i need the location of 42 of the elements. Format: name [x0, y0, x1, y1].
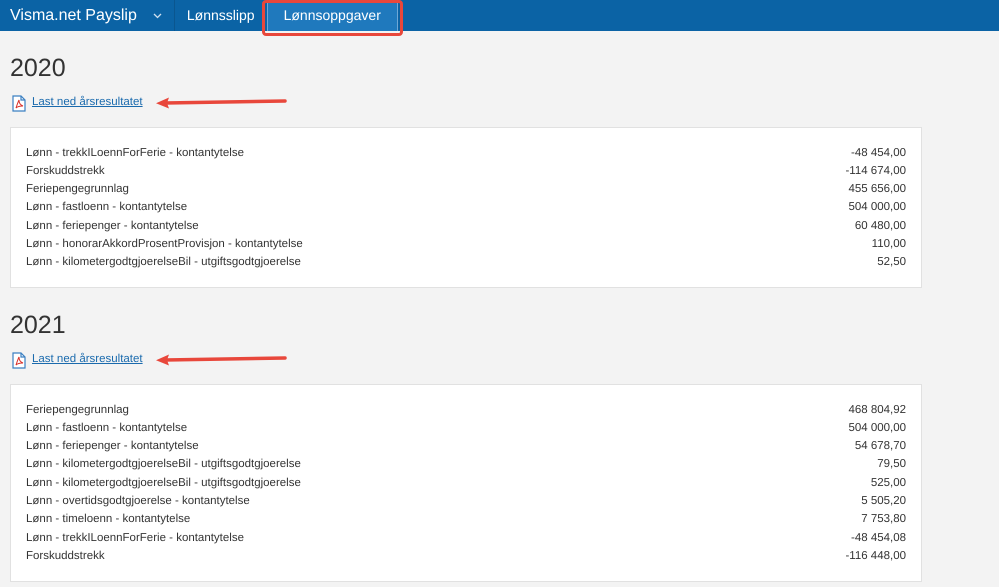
row-label: Forskuddstrekk: [26, 164, 105, 179]
row-label: Forskuddstrekk: [26, 548, 105, 564]
row-amount: 5 505,20: [861, 494, 906, 510]
nav-tab[interactable]: Lønnsslipp: [174, 0, 267, 31]
year-heading: 2020: [10, 53, 67, 83]
row-label: Lønn - feriepenger - kontantytelse: [26, 439, 199, 454]
row-label: Lønn - trekkILoennForFerie - kontantytelse: [26, 530, 244, 546]
row-label: Lønn - kilometergodtgjoerelseBil - utgiftsgodtgjoerelse: [26, 255, 301, 270]
row-amount: 504 000,00: [848, 200, 906, 216]
row-amount: 60 480,00: [854, 218, 906, 234]
pdf-file-icon: [12, 352, 26, 369]
chevron-down-icon[interactable]: [152, 12, 162, 18]
row-label: Lønn - kilometergodtgjoerelseBil - utgiftsgodtgjoerelse: [26, 457, 301, 472]
row-label: Lønn - overtidsgodtgjoerelse - kontantytelse: [26, 494, 250, 510]
row-label: Lønn - feriepenger - kontantytelse: [26, 218, 199, 234]
row-label: Lønn - kilometergodtgjoerelseBil - utgiftsgodtgjoerelse: [26, 476, 301, 491]
row-label: Lønn - trekkILoennForFerie - kontantytelse: [26, 146, 244, 161]
row-amount: -48 454,08: [851, 530, 906, 546]
row-label: Lønn - timeloenn - kontantytelse: [26, 512, 190, 528]
row-label: Feriepengegrunnlag: [26, 182, 129, 198]
pdf-file-icon: [12, 94, 26, 112]
row-label: Lønn - honorarAkkordProsentProvisjon - kontantytelse: [26, 237, 303, 252]
row-amount: -114 674,00: [845, 164, 906, 179]
row-amount: 525,00: [870, 476, 906, 491]
year-heading: 2021: [10, 310, 67, 340]
row-amount: 52,50: [877, 255, 906, 270]
row-label: Lønn - fastloenn - kontantytelse: [26, 420, 188, 436]
nav-tab[interactable]: Lønnsoppgaver: [266, 0, 398, 31]
row-amount: 54 678,70: [854, 439, 906, 454]
row-label: Lønn - fastloenn - kontantytelse: [26, 200, 188, 216]
row-amount: -116 448,00: [845, 548, 906, 564]
row-amount: 79,50: [877, 457, 906, 472]
app-title: Visma.net Payslip: [10, 6, 137, 26]
download-link[interactable]: Last ned årsresultatet: [32, 351, 143, 369]
row-amount: -48 454,00: [851, 146, 906, 161]
row-amount: 455 656,00: [848, 182, 906, 198]
row-amount: 7 753,80: [861, 512, 906, 528]
row-label: Feriepengegrunnlag: [26, 402, 129, 418]
row-amount: 468 804,92: [848, 402, 906, 418]
download-link[interactable]: Last ned årsresultatet: [32, 94, 143, 112]
row-amount: 504 000,00: [848, 420, 906, 436]
row-amount: 110,00: [872, 237, 906, 252]
